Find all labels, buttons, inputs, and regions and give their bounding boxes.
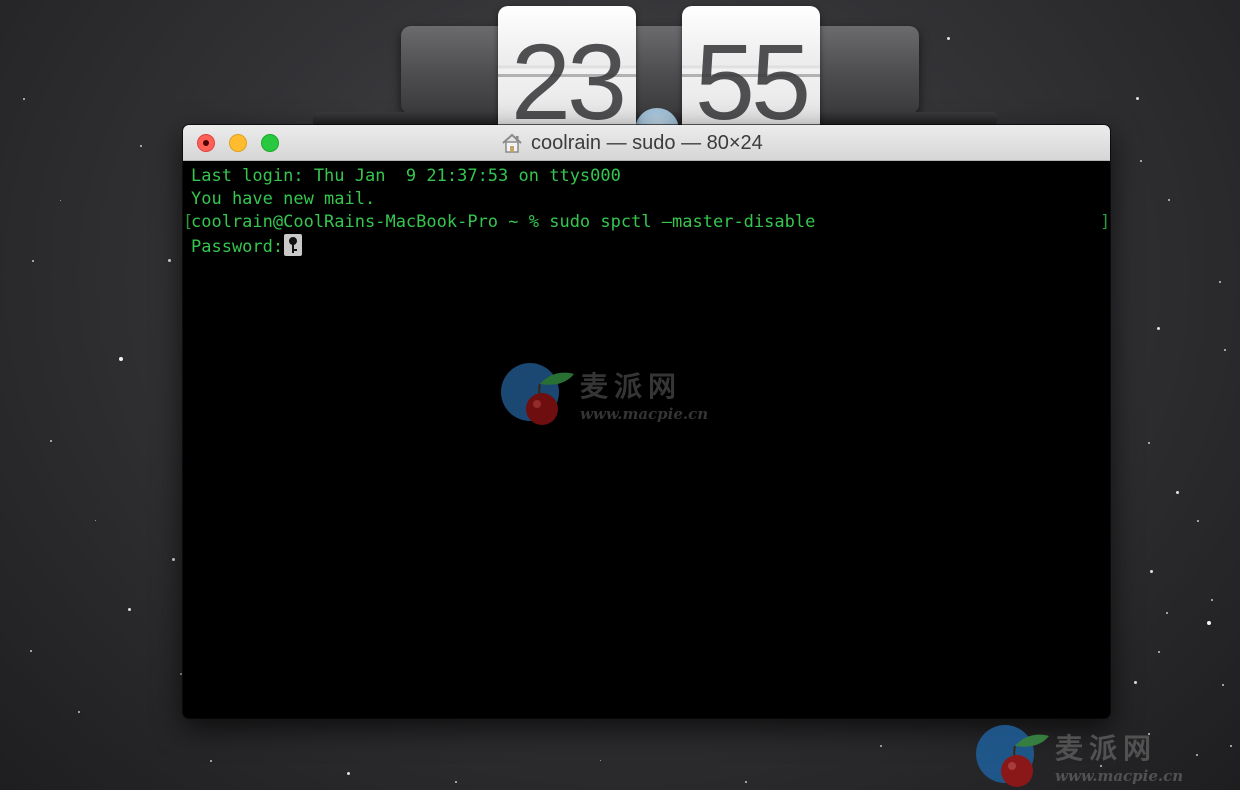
star xyxy=(1166,612,1168,614)
star xyxy=(140,145,142,147)
terminal-screen[interactable]: Last login: Thu Jan 9 21:37:53 on ttys00… xyxy=(183,161,1110,718)
window-title-text: coolrain — sudo — 80×24 xyxy=(531,131,763,154)
watermark-url: www.macpie.cn xyxy=(580,405,709,423)
star xyxy=(30,650,32,652)
cherry-logo-icon xyxy=(501,363,574,425)
terminal-line-command: coolrain@CoolRains-MacBook-Pro ~ % sudo … xyxy=(191,212,816,232)
key-icon xyxy=(284,234,303,256)
star xyxy=(1207,621,1211,625)
close-button[interactable] xyxy=(197,134,215,152)
star xyxy=(180,673,182,675)
password-prompt: Password: xyxy=(191,237,284,257)
star xyxy=(1136,97,1139,100)
star xyxy=(1176,491,1179,494)
watermark-brand: 麦派网 xyxy=(1055,732,1158,765)
star xyxy=(119,357,123,361)
clock-minutes-card: 55 xyxy=(682,6,820,128)
star xyxy=(1158,651,1160,653)
star xyxy=(32,260,34,262)
maximize-button[interactable] xyxy=(261,134,279,152)
watermark-brand: 麦派网 xyxy=(580,370,683,403)
star xyxy=(1157,327,1160,330)
minimize-button[interactable] xyxy=(229,134,247,152)
desktop-background: 23 55 coolrain — sudo — 80×24 Last login… xyxy=(0,0,1240,790)
star xyxy=(1197,520,1199,522)
star xyxy=(168,259,171,262)
star xyxy=(1140,160,1142,162)
star xyxy=(95,520,96,521)
star xyxy=(347,772,350,775)
star xyxy=(23,98,25,100)
star xyxy=(1150,570,1153,573)
terminal-line-password[interactable]: Password: xyxy=(191,234,303,259)
clock-hours-card: 23 xyxy=(498,6,636,128)
star xyxy=(1168,199,1170,201)
star xyxy=(1222,684,1224,686)
star xyxy=(1230,745,1232,747)
line-marker-right: ] xyxy=(1100,212,1110,232)
star xyxy=(745,781,747,783)
flip-clock-base xyxy=(401,26,919,114)
star xyxy=(60,200,61,201)
watermark-text: 麦派网 www.macpie.cn xyxy=(1055,727,1183,785)
terminal-line-last-login: Last login: Thu Jan 9 21:37:53 on ttys00… xyxy=(191,166,621,186)
star xyxy=(1211,599,1213,601)
close-icon xyxy=(203,140,209,146)
star xyxy=(455,781,457,783)
star xyxy=(880,745,882,747)
star xyxy=(210,760,212,762)
window-title: coolrain — sudo — 80×24 xyxy=(501,131,763,155)
star xyxy=(78,711,80,713)
watermark-corner: 麦派网 www.macpie.cn xyxy=(975,724,1183,788)
star xyxy=(172,558,175,561)
star xyxy=(128,608,131,611)
terminal-titlebar[interactable]: coolrain — sudo — 80×24 xyxy=(183,125,1110,161)
clock-hinge xyxy=(498,74,636,77)
watermark-url: www.macpie.cn xyxy=(1055,767,1184,785)
star xyxy=(1219,281,1221,283)
star xyxy=(1224,349,1226,351)
watermark-center: 麦派网 www.macpie.cn xyxy=(500,362,708,426)
star xyxy=(50,440,52,442)
star xyxy=(1134,681,1137,684)
star xyxy=(1196,754,1198,756)
star xyxy=(600,760,601,761)
terminal-line-mail: You have new mail. xyxy=(191,189,376,209)
home-icon xyxy=(502,133,522,153)
cherry-logo-icon xyxy=(976,725,1049,787)
clock-hinge xyxy=(682,74,820,77)
star xyxy=(947,37,950,40)
star xyxy=(1148,442,1150,444)
watermark-text: 麦派网 www.macpie.cn xyxy=(580,365,708,423)
